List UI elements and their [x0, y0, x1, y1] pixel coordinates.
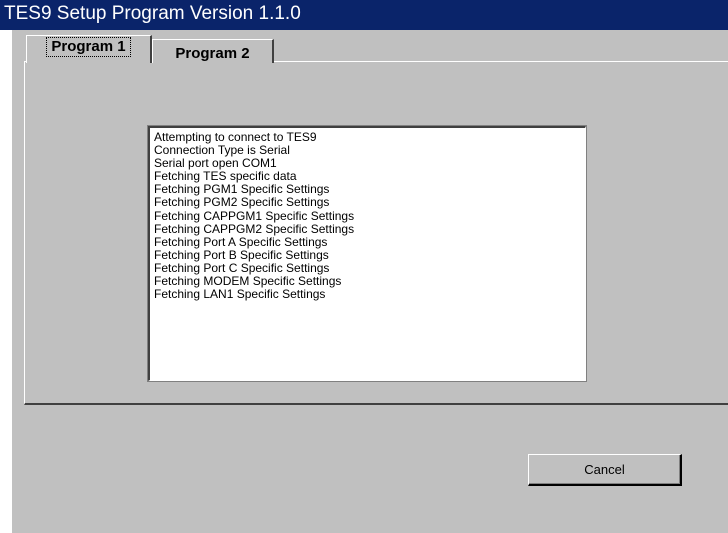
log-line: Fetching CAPPGM2 Specific Settings	[154, 221, 355, 236]
log-line: Fetching LAN1 Specific Settings	[154, 287, 326, 302]
log-line: Fetching Port B Specific Settings	[154, 247, 329, 262]
cancel-button[interactable]: Cancel	[528, 454, 682, 486]
window-title: TES9 Setup Program Version 1.1.0	[4, 3, 301, 24]
log-line: Fetching CAPPGM1 Specific Settings	[154, 208, 355, 223]
title-bar: TES9 Setup Program Version 1.1.0	[0, 0, 728, 30]
tab-program-1[interactable]: Program 1	[26, 35, 152, 63]
status-log-list[interactable]: Attempting to connect to TES9 Connection…	[147, 125, 587, 382]
tab-program-2[interactable]: Program 2	[152, 39, 274, 63]
left-background-strip	[0, 0, 12, 533]
tab-program-1-label: Program 1	[46, 37, 131, 57]
tab-program-2-label: Program 2	[175, 45, 250, 62]
log-line: Fetching Port A Specific Settings	[154, 234, 328, 249]
log-line: Fetching PGM2 Specific Settings	[154, 195, 330, 210]
